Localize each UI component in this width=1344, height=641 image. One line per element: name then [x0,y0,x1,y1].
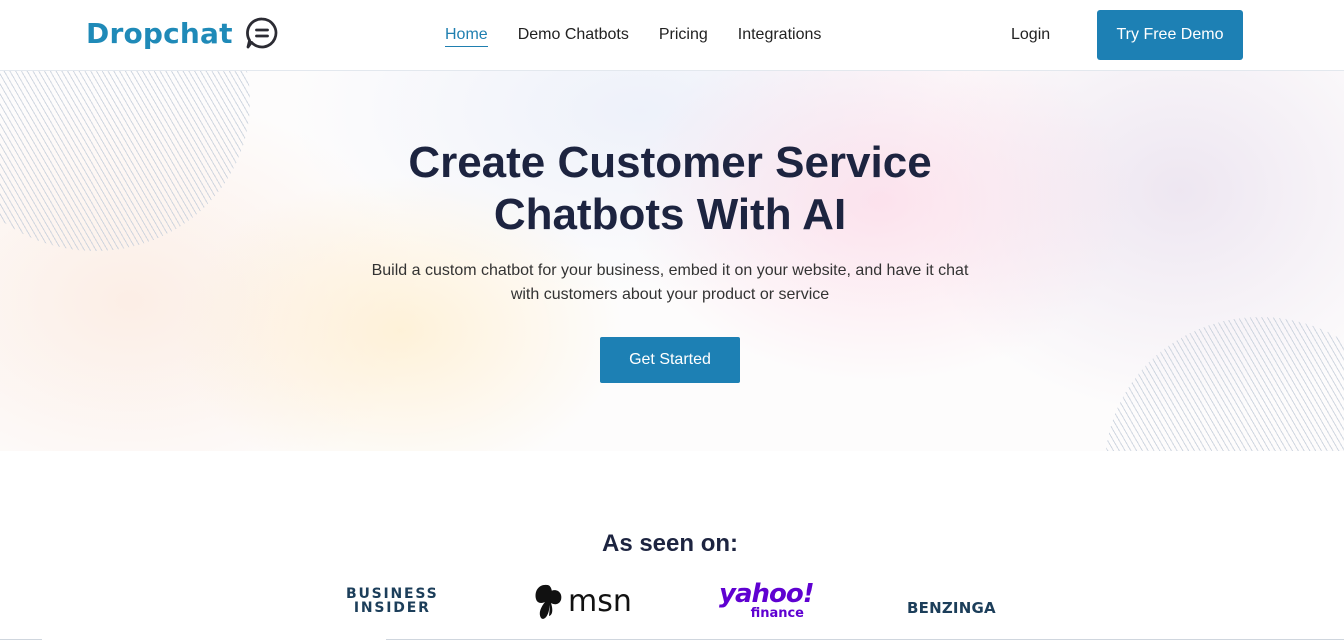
divider-right [386,639,1344,640]
site-header: Dropchat Home Demo Chatbots Pricing Inte… [0,0,1344,71]
press-title: As seen on: [601,530,739,557]
yahoo-finance-logo: yahoo! finance [719,579,815,621]
main-nav: Home Demo Chatbots Pricing Integrations [445,26,821,47]
chat-bubble-icon [245,16,279,50]
yahoo-finance-text: finance [750,606,805,621]
business-insider-logo: BUSINESS INSIDER [346,587,439,615]
hero-subtitle: Build a custom chatbot for your business… [371,262,969,303]
hero-title: Create Customer Service Chatbots With AI [320,137,1020,241]
butterfly-icon [535,584,562,619]
nav-home[interactable]: Home [445,26,488,47]
nav-pricing[interactable]: Pricing [659,26,708,47]
decorative-stripes-right [1105,317,1344,451]
business-insider-line1: BUSINESS [346,586,439,602]
msn-text: msn [568,584,632,619]
press-logos: BUSINESS INSIDER msn yahoo! finance BENZ… [0,575,1344,635]
login-link[interactable]: Login [1011,26,1050,44]
try-free-demo-button[interactable]: Try Free Demo [1097,10,1243,60]
logo-link[interactable]: Dropchat [86,16,279,50]
decorative-stripes-left [0,71,250,251]
divider-left [0,639,42,640]
hero-title-line1: Create Customer Service [408,138,932,187]
nav-demo-chatbots[interactable]: Demo Chatbots [518,26,629,47]
nav-integrations[interactable]: Integrations [738,26,822,47]
business-insider-line2: INSIDER [353,600,431,616]
yahoo-text: yahoo! [719,579,815,609]
benzinga-logo: BENZINGA [907,599,996,617]
msn-logo: msn [532,583,632,621]
hero-title-line2: Chatbots With AI [493,190,847,239]
hero-section: Create Customer Service Chatbots With AI… [0,71,1344,451]
logo-text: Dropchat [86,16,233,50]
get-started-button[interactable]: Get Started [600,337,740,383]
